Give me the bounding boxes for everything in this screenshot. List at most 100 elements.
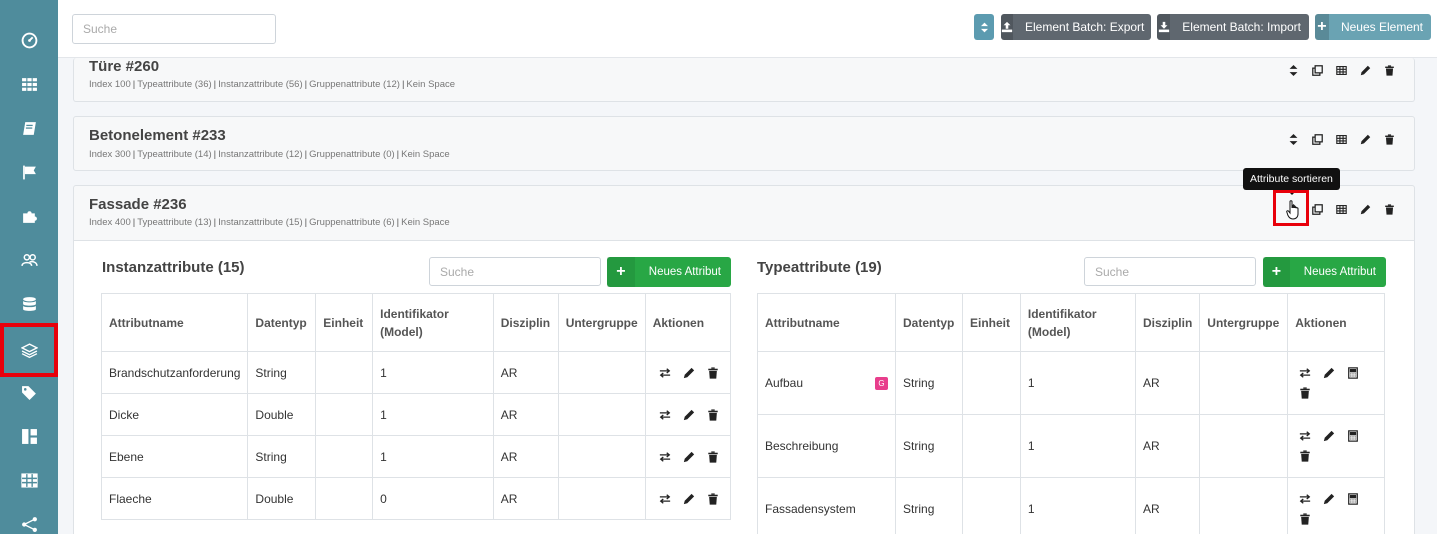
copy-button[interactable] <box>1310 202 1324 216</box>
instance-search-input[interactable] <box>429 257 601 286</box>
column-header[interactable]: Identifikator (Model) <box>1019 293 1136 352</box>
table-row: Flaeche Double 0 AR <box>100 477 732 520</box>
copy-button[interactable] <box>1310 132 1324 146</box>
table-button[interactable] <box>1334 202 1348 216</box>
column-header[interactable]: Attributname <box>100 293 249 352</box>
cell-identifier: 0 <box>372 477 494 520</box>
sidebar-item-users[interactable] <box>0 238 58 282</box>
table-button[interactable] <box>1334 132 1348 146</box>
new-instance-attribute-button[interactable]: + Neues Attribut <box>607 257 731 287</box>
trash-icon[interactable] <box>707 450 719 463</box>
instance-attributes-title: Instanzattribute (15) <box>102 259 245 276</box>
meta-groupattributes: Gruppenattribute (6) <box>309 217 395 228</box>
sidebar-item-table[interactable] <box>0 458 58 502</box>
sidebar-item-apps[interactable] <box>0 62 58 106</box>
calculator-icon[interactable] <box>1347 430 1359 442</box>
batch-export-button[interactable]: Element Batch: Export <box>1001 14 1151 40</box>
swap-icon[interactable] <box>1299 430 1311 442</box>
pencil-icon[interactable] <box>1323 367 1335 379</box>
column-header[interactable]: Einheit <box>961 293 1021 352</box>
swap-icon[interactable] <box>659 493 671 505</box>
trash-icon[interactable] <box>1299 513 1311 525</box>
users-icon <box>20 253 38 266</box>
swap-icon[interactable] <box>1299 493 1311 505</box>
pencil-icon[interactable] <box>1323 430 1335 442</box>
cell-unit <box>315 435 374 478</box>
trash-icon[interactable] <box>1299 450 1311 462</box>
sidebar-item-dashboard[interactable] <box>0 18 58 62</box>
sidebar-item-share[interactable] <box>0 502 58 534</box>
cell-identifier: 1 <box>1019 477 1136 534</box>
cell-identifier: 1 <box>372 351 494 394</box>
cell-name: Flaeche <box>100 477 249 520</box>
column-header: Aktionen <box>644 293 732 352</box>
element-actions <box>1286 132 1396 146</box>
pencil-icon[interactable] <box>683 367 695 379</box>
trash-icon[interactable] <box>707 492 719 505</box>
new-element-button[interactable]: + Neues Element <box>1315 14 1431 40</box>
meta-space: Kein Space <box>406 79 456 90</box>
pencil-icon <box>1360 134 1370 144</box>
swap-icon[interactable] <box>659 451 671 463</box>
column-header[interactable]: Attributname <box>756 293 897 352</box>
attribute-name: Aufbau <box>765 376 804 390</box>
sidebar-item-book[interactable] <box>0 106 58 150</box>
delete-button[interactable] <box>1382 202 1396 216</box>
trash-icon[interactable] <box>707 408 719 421</box>
element-card[interactable]: Türe #260 Index 100 | Typeattribute (36) | I… <box>73 58 1415 102</box>
column-header[interactable]: Datentyp <box>895 293 963 352</box>
batch-import-button[interactable]: Element Batch: Import <box>1157 14 1309 40</box>
copy-icon <box>1311 133 1323 145</box>
sidebar-item-dashboard-layout[interactable] <box>0 414 58 458</box>
sort-elements-button[interactable] <box>974 14 994 40</box>
cell-subgroup <box>557 477 646 520</box>
cell-type: Double <box>247 393 317 436</box>
column-header[interactable]: Disziplin <box>492 293 559 352</box>
sidebar-item-tags[interactable] <box>0 370 58 414</box>
column-header[interactable]: Einheit <box>315 293 374 352</box>
edit-button[interactable] <box>1358 63 1372 77</box>
cell-name: Fassadensystem <box>756 477 897 534</box>
sidebar-item-layers[interactable] <box>0 323 58 377</box>
database-icon <box>22 296 36 311</box>
trash-icon[interactable] <box>1299 387 1311 399</box>
sort-attributes-button[interactable] <box>1286 63 1300 77</box>
element-card[interactable]: Betonelement #233 Index 300 | Typeattribut… <box>73 116 1415 171</box>
swap-icon[interactable] <box>1299 367 1311 379</box>
search-input[interactable] <box>72 14 276 44</box>
table-row: Aufbau G String 1 AR <box>756 351 1385 415</box>
column-header[interactable]: Untergruppe <box>1199 293 1289 352</box>
instance-attributes-table: Attributname Datentyp Einheit Identifika… <box>100 293 732 520</box>
column-header[interactable]: Untergruppe <box>557 293 646 352</box>
delete-button[interactable] <box>1382 63 1396 77</box>
pencil-icon[interactable] <box>683 451 695 463</box>
calculator-icon[interactable] <box>1347 493 1359 505</box>
sort-icon <box>980 22 988 32</box>
batch-import-label: Element Batch: Import <box>1182 20 1301 34</box>
new-type-attribute-button[interactable]: + Neues Attribut <box>1263 257 1386 287</box>
pencil-icon[interactable] <box>1323 493 1335 505</box>
swap-icon[interactable] <box>659 409 671 421</box>
sidebar-item-database[interactable] <box>0 282 58 326</box>
copy-icon <box>1311 64 1323 76</box>
sidebar-item-flag[interactable] <box>0 150 58 194</box>
table-button[interactable] <box>1334 63 1348 77</box>
swap-icon[interactable] <box>659 367 671 379</box>
column-header[interactable]: Identifikator (Model) <box>372 293 494 352</box>
trash-icon[interactable] <box>707 366 719 379</box>
sort-attributes-button[interactable] <box>1286 132 1300 146</box>
edit-button[interactable] <box>1358 202 1372 216</box>
pencil-icon[interactable] <box>683 409 695 421</box>
sidebar-item-plugins[interactable] <box>0 194 58 238</box>
type-search-input[interactable] <box>1084 257 1256 286</box>
export-icon <box>1001 21 1013 33</box>
pencil-icon[interactable] <box>683 493 695 505</box>
copy-button[interactable] <box>1310 63 1324 77</box>
column-header[interactable]: Datentyp <box>247 293 317 352</box>
edit-button[interactable] <box>1358 132 1372 146</box>
delete-button[interactable] <box>1382 132 1396 146</box>
column-header[interactable]: Disziplin <box>1134 293 1201 352</box>
table-icon <box>1335 204 1347 214</box>
calculator-icon[interactable] <box>1347 367 1359 379</box>
share-icon <box>21 516 37 532</box>
